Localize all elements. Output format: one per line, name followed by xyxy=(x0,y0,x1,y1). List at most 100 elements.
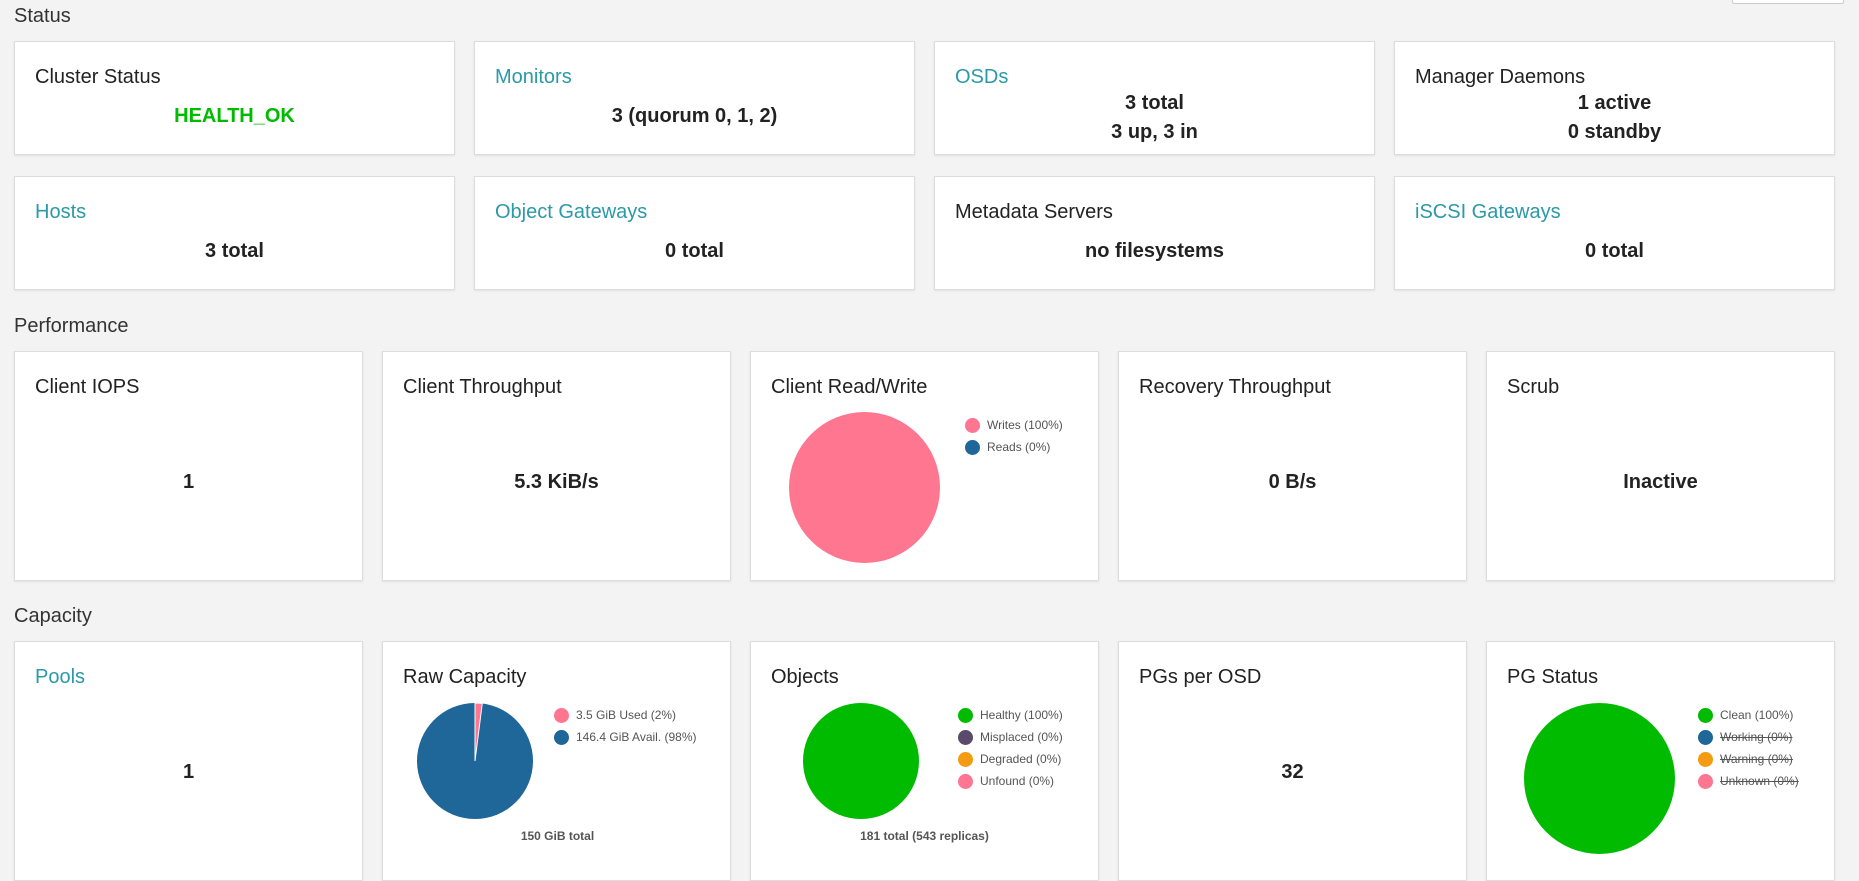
hosts-value: 3 total xyxy=(205,240,264,262)
pie-slice-writes xyxy=(789,412,940,563)
card-title-metadata-servers: Metadata Servers xyxy=(955,201,1113,223)
legend-item-writes[interactable]: Writes (100%) xyxy=(965,414,1063,436)
legend-dot-healthy xyxy=(958,707,973,723)
card-client-throughput: Client Throughput 5.3 KiB/s xyxy=(382,351,731,581)
legend-dot-clean xyxy=(1698,707,1713,723)
legend-label-misplaced: Misplaced (0%) xyxy=(980,730,1063,744)
object-gateways-value: 0 total xyxy=(665,240,724,262)
section-title-performance: Performance xyxy=(14,315,129,337)
card-raw-capacity: Raw Capacity 3.5 GiB Used (2%) 146.4 GiB… xyxy=(382,641,731,881)
raw-capacity-pie-chart xyxy=(417,702,533,819)
legend-label-unfound: Unfound (0%) xyxy=(980,774,1055,788)
legend-dot-misplaced xyxy=(958,729,973,745)
legend-item-clean[interactable]: Clean (100%) xyxy=(1698,704,1799,726)
card-scrub: Scrub Inactive xyxy=(1486,351,1835,581)
card-objects: Objects Healthy (100%) Misplaced (0%) De… xyxy=(750,641,1099,881)
legend-label-unknown: Unknown (0%) xyxy=(1720,774,1799,788)
legend-dot-unknown xyxy=(1698,773,1713,789)
legend-item-unfound[interactable]: Unfound (0%) xyxy=(958,770,1063,792)
card-title-client-read-write: Client Read/Write xyxy=(771,376,928,398)
legend-label-degraded: Degraded (0%) xyxy=(980,752,1062,766)
objects-legend: Healthy (100%) Misplaced (0%) Degraded (… xyxy=(958,704,1063,792)
legend-label-clean: Clean (100%) xyxy=(1720,708,1794,722)
card-title-scrub: Scrub xyxy=(1507,376,1560,398)
card-title-pg-status: PG Status xyxy=(1507,666,1599,688)
card-client-iops: Client IOPS 1 xyxy=(14,351,363,581)
iscsi-gateways-value: 0 total xyxy=(1585,240,1644,262)
card-cluster-status: Cluster Status HEALTH_OK xyxy=(14,41,455,155)
card-title-recovery-throughput: Recovery Throughput xyxy=(1139,376,1331,398)
card-title-iscsi-gateways-link[interactable]: iSCSI Gateways xyxy=(1415,201,1561,224)
legend-item-warning[interactable]: Warning (0%) xyxy=(1698,748,1799,770)
raw-capacity-legend: 3.5 GiB Used (2%) 146.4 GiB Avail. (98%) xyxy=(554,704,697,748)
osds-up-in-value: 3 up, 3 in xyxy=(1111,121,1198,143)
raw-capacity-total-caption: 150 GiB total xyxy=(520,829,595,843)
legend-label-healthy: Healthy (100%) xyxy=(980,708,1063,722)
legend-dot-avail xyxy=(554,729,569,745)
card-client-read-write: Client Read/Write Writes (100%) Reads (0… xyxy=(750,351,1099,581)
managers-active-value: 1 active xyxy=(1577,92,1652,114)
metadata-servers-value: no filesystems xyxy=(1085,240,1224,262)
pg-status-legend: Clean (100%) Working (0%) Warning (0%) U… xyxy=(1698,704,1799,792)
card-osds: OSDs 3 total 3 up, 3 in xyxy=(934,41,1375,155)
objects-total-caption: 181 total (543 replicas) xyxy=(860,829,989,843)
card-title-osds-link[interactable]: OSDs xyxy=(955,66,1008,89)
legend-dot-used xyxy=(554,707,569,723)
legend-item-reads[interactable]: Reads (0%) xyxy=(965,436,1063,458)
legend-item-working[interactable]: Working (0%) xyxy=(1698,726,1799,748)
card-title-manager-daemons: Manager Daemons xyxy=(1415,66,1586,88)
pools-value: 1 xyxy=(182,761,195,783)
legend-dot-unfound xyxy=(958,773,973,789)
card-metadata-servers: Metadata Servers no filesystems xyxy=(934,176,1375,290)
recovery-throughput-value: 0 B/s xyxy=(1268,471,1317,493)
legend-label-used: 3.5 GiB Used (2%) xyxy=(576,708,677,722)
legend-item-unknown[interactable]: Unknown (0%) xyxy=(1698,770,1799,792)
card-title-pools-link[interactable]: Pools xyxy=(35,666,85,689)
legend-label-reads: Reads (0%) xyxy=(987,440,1051,454)
legend-dot-working xyxy=(1698,729,1713,745)
card-pgs-per-osd: PGs per OSD 32 xyxy=(1118,641,1467,881)
card-title-client-iops: Client IOPS xyxy=(35,376,140,398)
pgs-per-osd-value: 32 xyxy=(1281,761,1304,783)
card-pools: Pools 1 xyxy=(14,641,363,881)
card-title-raw-capacity: Raw Capacity xyxy=(403,666,527,688)
monitors-value: 3 (quorum 0, 1, 2) xyxy=(611,105,778,127)
card-title-hosts-link[interactable]: Hosts xyxy=(35,201,86,224)
card-title-pgs-per-osd: PGs per OSD xyxy=(1139,666,1262,688)
osds-total-value: 3 total xyxy=(1125,92,1184,114)
pg-status-pie-chart xyxy=(1524,703,1675,854)
section-title-status: Status xyxy=(14,5,71,27)
legend-item-healthy[interactable]: Healthy (100%) xyxy=(958,704,1063,726)
client-throughput-value: 5.3 KiB/s xyxy=(514,471,599,493)
card-title-cluster-status: Cluster Status xyxy=(35,66,161,88)
card-manager-daemons: Manager Daemons 1 active 0 standby xyxy=(1394,41,1835,155)
top-right-button[interactable] xyxy=(1732,0,1844,4)
legend-label-warning: Warning (0%) xyxy=(1720,752,1793,766)
legend-item-degraded[interactable]: Degraded (0%) xyxy=(958,748,1063,770)
legend-dot-warning xyxy=(1698,751,1713,767)
card-title-client-throughput: Client Throughput xyxy=(403,376,562,398)
pie-slice-healthy xyxy=(803,703,919,819)
legend-item-used[interactable]: 3.5 GiB Used (2%) xyxy=(554,704,697,726)
legend-label-writes: Writes (100%) xyxy=(987,418,1063,432)
cluster-health-value: HEALTH_OK xyxy=(174,105,295,127)
legend-label-avail: 146.4 GiB Avail. (98%) xyxy=(576,730,697,744)
managers-standby-value: 0 standby xyxy=(1567,121,1662,143)
card-iscsi-gateways: iSCSI Gateways 0 total xyxy=(1394,176,1835,290)
legend-item-misplaced[interactable]: Misplaced (0%) xyxy=(958,726,1063,748)
card-title-object-gateways-link[interactable]: Object Gateways xyxy=(495,201,647,224)
card-title-objects: Objects xyxy=(771,666,839,688)
legend-dot-writes xyxy=(965,417,980,433)
scrub-value: Inactive xyxy=(1623,471,1698,493)
legend-dot-reads xyxy=(965,439,980,455)
card-recovery-throughput: Recovery Throughput 0 B/s xyxy=(1118,351,1467,581)
pie-slice-clean xyxy=(1524,703,1675,854)
card-title-monitors-link[interactable]: Monitors xyxy=(495,66,572,89)
card-pg-status: PG Status Clean (100%) Working (0%) Warn… xyxy=(1486,641,1835,881)
section-title-capacity: Capacity xyxy=(14,605,92,627)
objects-pie-chart xyxy=(803,703,919,819)
legend-dot-degraded xyxy=(958,751,973,767)
client-iops-value: 1 xyxy=(182,471,195,493)
legend-item-avail[interactable]: 146.4 GiB Avail. (98%) xyxy=(554,726,697,748)
read-write-pie-chart xyxy=(789,412,940,563)
